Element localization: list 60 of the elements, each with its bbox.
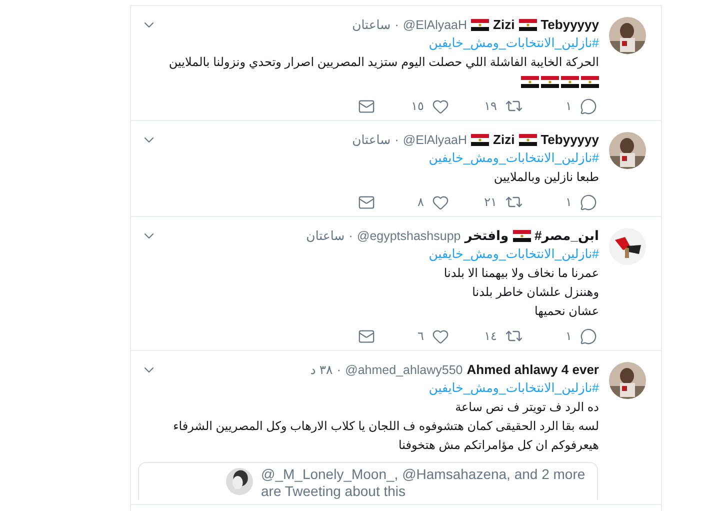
separator-dot: · <box>394 17 399 32</box>
tweet-text: ده الرد ف تويتر ف نص ساعة <box>455 399 599 416</box>
envelope-icon <box>358 98 375 114</box>
reply-button[interactable]: ١ <box>523 194 597 210</box>
user-name[interactable]: Tebyyyyy <box>540 17 599 32</box>
card-text: @_M_Lonely_Moon_, @Hamsahazena, and 2 more are Tweeting about this <box>261 466 586 500</box>
like-button[interactable]: ٨ <box>375 194 449 210</box>
egypt-flag-icon <box>518 134 537 146</box>
tweet-time[interactable]: ساعتان <box>306 228 345 243</box>
user-name[interactable]: #ابن_مصر <box>534 228 599 244</box>
egypt-flag-icon <box>581 76 599 88</box>
user-handle[interactable]: @ElAlyaaH <box>402 18 468 32</box>
user-name[interactable]: Zizi <box>493 132 515 147</box>
egypt-flag-icon <box>541 76 559 88</box>
user-name[interactable]: وافتخر <box>464 228 509 244</box>
speech-bubble-icon <box>580 98 597 114</box>
reply-button[interactable]: ١ <box>523 328 597 344</box>
egypt-flag-icon <box>512 230 531 242</box>
user-handle[interactable]: @egyptshashsupp <box>357 228 461 242</box>
hashtag-link[interactable]: #نازلين_الانتخابات_ومش_خايفين <box>428 245 599 264</box>
speech-bubble-icon <box>580 194 597 210</box>
user-handle[interactable]: @ElAlyaaH <box>402 132 468 146</box>
user-handle[interactable]: @ahmed_ahlawy550 <box>345 362 463 376</box>
related-card[interactable]: @_M_Lonely_Moon_, @Hamsahazena, and 2 more are Tweeting about this <box>138 462 598 500</box>
user-name[interactable]: Zizi <box>493 17 515 32</box>
separator-dot: · <box>336 362 342 377</box>
egypt-flag-icon <box>521 76 539 88</box>
tweet-text: عمرنا ما نخاف ولا بيهمنا الا بلدنا <box>444 265 599 282</box>
tweet-time[interactable]: ساعتان <box>352 132 391 147</box>
tweet-text: عشان نحميها <box>534 303 599 320</box>
egypt-flag-icon <box>518 18 537 30</box>
tweet-time[interactable]: ٣٨ د <box>310 362 333 377</box>
like-button[interactable]: ١٥ <box>375 98 449 114</box>
envelope-icon <box>358 194 375 210</box>
like-button[interactable]: ٦ <box>375 328 449 344</box>
retweet-button[interactable]: ١٩ <box>449 97 523 115</box>
separator-dot: · <box>394 132 399 147</box>
separator-dot: · <box>348 228 353 243</box>
retweet-button[interactable]: ١٤ <box>449 327 523 345</box>
speech-bubble-icon <box>580 328 597 344</box>
tweet-text: لسه بقا الرد الحقيقى كمان هتشوفوه ف اللجان يا كلاب الارهاب وكل المصريين الشرفاء <box>173 418 599 435</box>
user-name[interactable]: Ahmed ahlawy 4 ever <box>466 362 599 377</box>
egypt-flag-icon <box>561 76 579 88</box>
tweet-time[interactable]: ساعتان <box>352 17 391 32</box>
hashtag-link[interactable]: #نازلين_الانتخابات_ومش_خايفين <box>428 379 599 398</box>
envelope-icon <box>358 328 375 344</box>
heart-icon <box>432 194 449 210</box>
tweet-text: وهننزل علشان خاطر بلدنا <box>472 284 599 301</box>
tweet-text: الحركة الخايبة الفاشلة اللي حصلت اليوم ستزيد المصريين اصرار وتحدي ونزولنا بالملايين <box>168 54 599 71</box>
user-name[interactable]: Tebyyyyy <box>540 132 599 147</box>
reply-button[interactable]: ١ <box>523 98 597 114</box>
heart-icon <box>432 328 449 344</box>
hashtag-link[interactable]: #نازلين_الانتخابات_ومش_خايفين <box>428 149 599 168</box>
tweet-text: طبعا نازلين وبالملايين <box>494 169 599 186</box>
egypt-flag-icon <box>471 134 490 146</box>
heart-icon <box>432 98 449 114</box>
tweet-text: هيعرفوكم ان كل مؤامراتكم مش هتخوفنا <box>398 437 599 454</box>
hashtag-link[interactable]: #نازلين_الانتخابات_ومش_خايفين <box>428 34 599 53</box>
egypt-flag-icon <box>471 18 490 30</box>
retweet-button[interactable]: ٢١ <box>449 193 523 211</box>
